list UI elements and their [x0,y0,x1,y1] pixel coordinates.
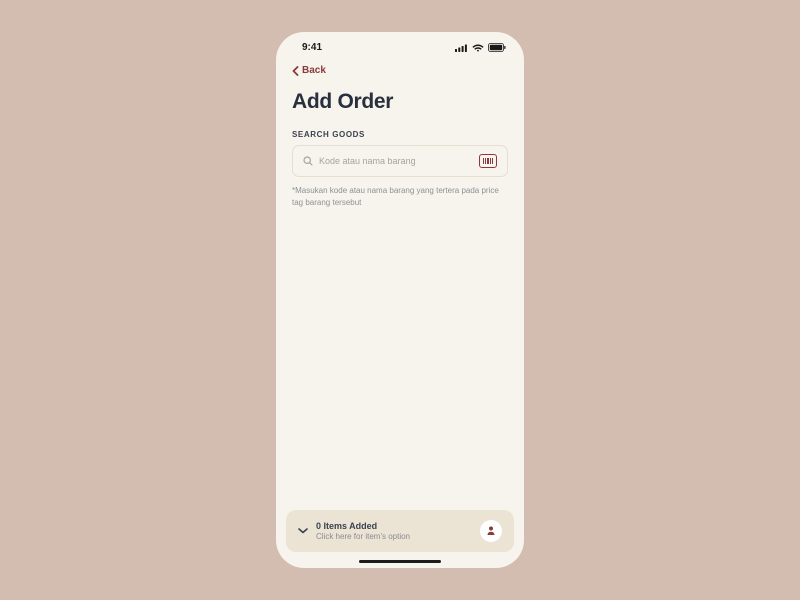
items-added-text: 0 Items Added Click here for item's opti… [316,521,472,541]
items-added-card[interactable]: 0 Items Added Click here for item's opti… [286,510,514,552]
chevron-left-icon [292,66,299,76]
content-spacer [276,208,524,509]
person-icon [485,525,497,537]
search-field-wrapper [292,145,508,177]
search-input[interactable] [319,156,473,166]
wifi-icon [472,44,484,52]
status-bar: 9:41 [276,32,524,59]
phone-frame: 9:41 Back Add Order SEARCH GOODS *Masuka… [276,32,524,568]
barcode-icon [483,158,494,164]
items-added-title: 0 Items Added [316,521,472,531]
helper-text: *Masukan kode atau nama barang yang tert… [276,177,524,208]
status-time: 9:41 [302,42,322,53]
battery-icon [488,43,506,52]
search-section-label: SEARCH GOODS [276,118,524,145]
back-label: Back [302,65,326,76]
items-added-subtitle: Click here for item's option [316,532,472,541]
barcode-scan-button[interactable] [479,154,497,168]
avatar[interactable] [480,520,502,542]
status-icons [455,43,506,52]
back-button[interactable]: Back [276,59,524,80]
page-title: Add Order [276,80,524,118]
search-icon [303,156,313,166]
cellular-icon [455,44,468,52]
home-indicator [359,560,441,564]
chevron-down-icon [298,528,308,534]
